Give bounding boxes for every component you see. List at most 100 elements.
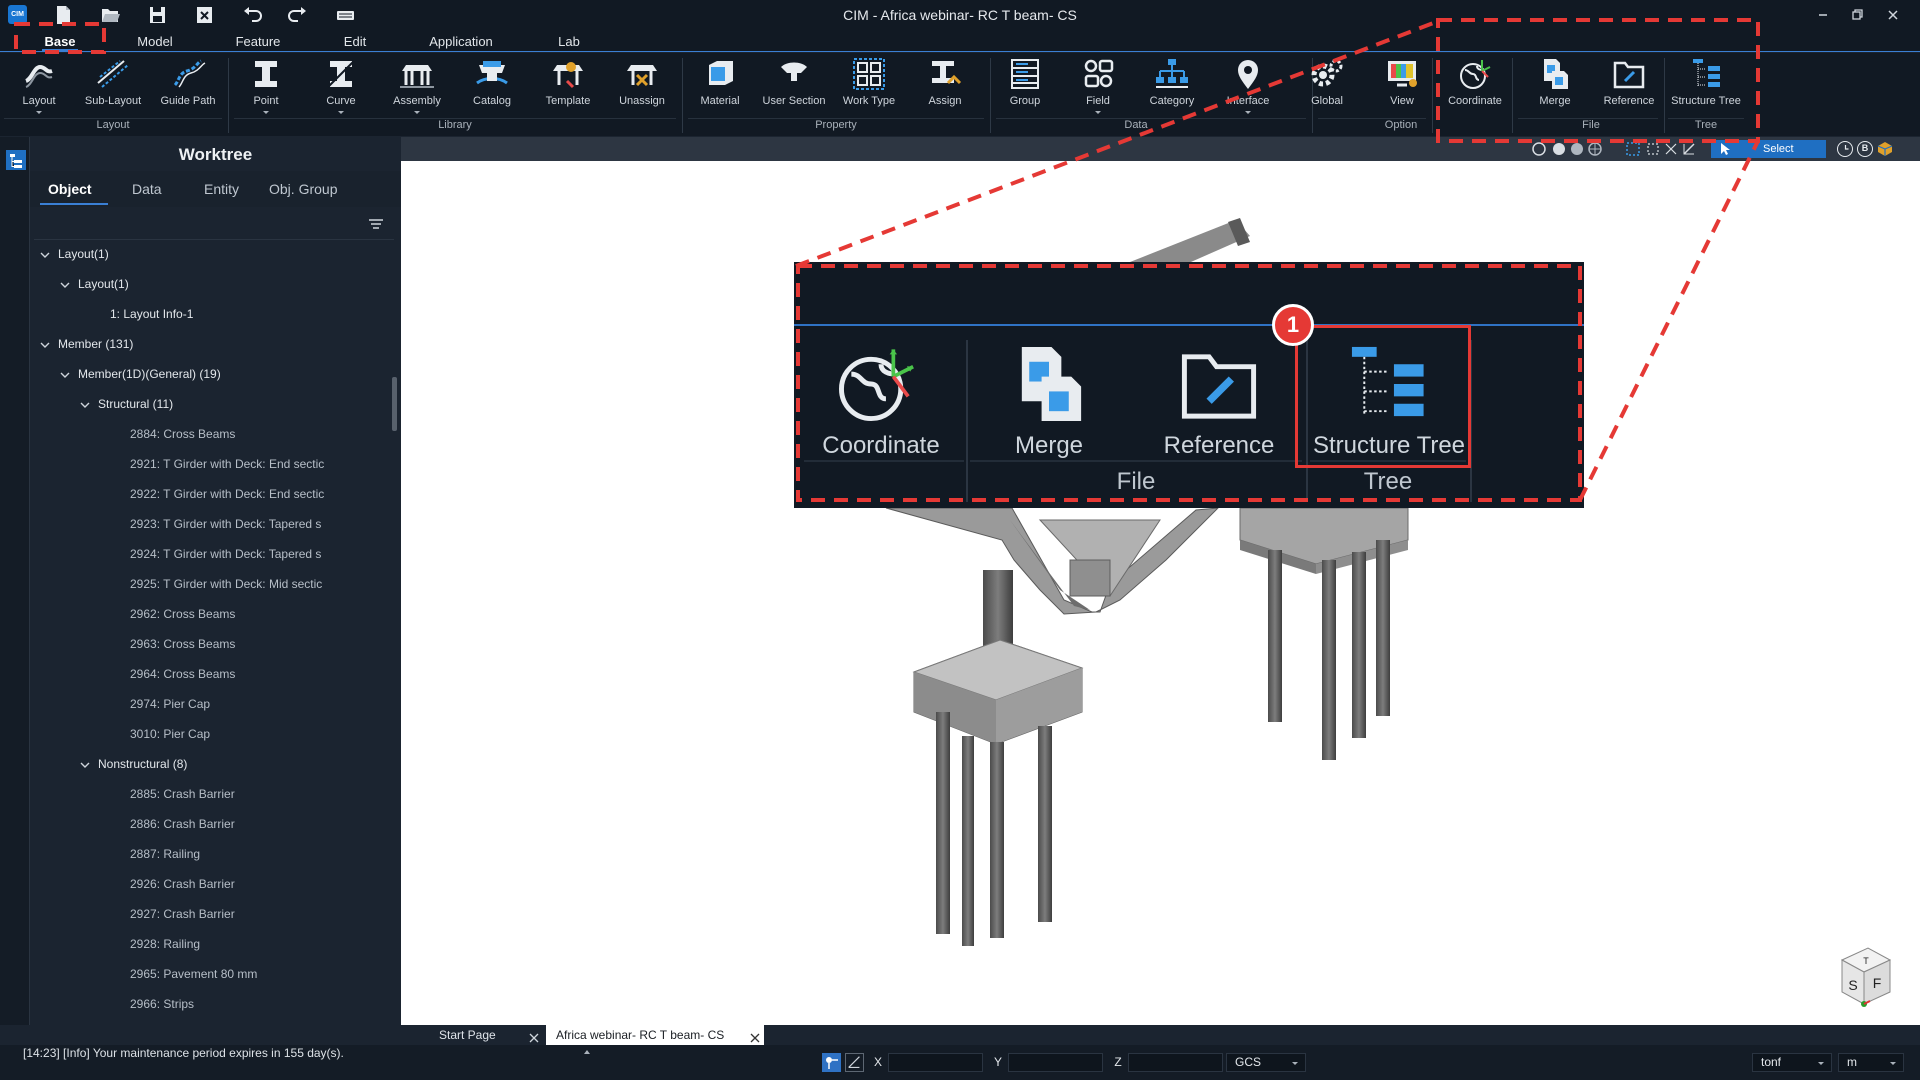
tab-entity[interactable]: Entity <box>204 181 239 197</box>
callout-merge-button[interactable]: Merge <box>984 342 1114 460</box>
close-window-icon[interactable] <box>1878 4 1908 26</box>
structure-tree-button[interactable]: Structure Tree <box>1668 57 1744 115</box>
tab-lab[interactable]: Lab <box>557 33 581 51</box>
box-select-icon[interactable] <box>1625 141 1641 157</box>
coordinate-button[interactable]: Coordinate <box>1444 57 1506 115</box>
tree-item[interactable]: 2924: T Girder with Deck: Tapered s <box>130 543 321 565</box>
minimize-icon[interactable] <box>1808 4 1838 26</box>
expand-log-icon[interactable] <box>584 1050 590 1054</box>
work-type-button[interactable]: Work Type <box>840 57 898 115</box>
view-cube-f[interactable]: F <box>1873 975 1882 991</box>
tree-node[interactable]: Layout(1) <box>60 273 129 295</box>
tree-item[interactable]: 2921: T Girder with Deck: End sectic <box>130 453 324 475</box>
b-icon[interactable]: B <box>1857 141 1873 157</box>
assembly-button[interactable]: Assembly <box>390 57 444 115</box>
tree-item[interactable]: 3010: Pier Cap <box>130 723 210 745</box>
restore-icon[interactable] <box>1842 4 1872 26</box>
tree-item[interactable]: 2963: Cross Beams <box>130 633 235 655</box>
guide-path-button[interactable]: Guide Path <box>156 57 220 115</box>
snap-icon[interactable] <box>822 1053 841 1072</box>
chevron-down-icon[interactable] <box>80 760 90 770</box>
orbit-icon[interactable] <box>1531 141 1547 157</box>
chevron-down-icon[interactable] <box>60 280 70 290</box>
y-coordinate-input[interactable] <box>1008 1053 1103 1072</box>
point-button[interactable]: Point <box>246 57 286 115</box>
tree-item[interactable]: 2964: Cross Beams <box>130 663 235 685</box>
force-unit-select[interactable]: tonf <box>1752 1053 1832 1072</box>
tree-node[interactable]: Structural (11) <box>80 393 173 415</box>
group-button[interactable]: Group <box>1004 57 1046 115</box>
x-coordinate-input[interactable] <box>888 1053 983 1072</box>
tree-node[interactable]: Nonstructural (8) <box>80 753 187 775</box>
clock-icon[interactable] <box>1837 141 1853 157</box>
callout-reference-button[interactable]: Reference <box>1144 342 1294 460</box>
angle-icon[interactable] <box>845 1053 864 1072</box>
close-tab-icon[interactable] <box>750 1030 760 1043</box>
cross-select-icon[interactable] <box>1663 141 1679 157</box>
worktree-scrollbar[interactable] <box>390 241 398 1025</box>
polygon-select-icon[interactable] <box>1645 141 1661 157</box>
tab-data[interactable]: Data <box>132 181 162 197</box>
user-section-button[interactable]: User Section <box>756 57 832 115</box>
tree-item[interactable]: 2974: Pier Cap <box>130 693 210 715</box>
tab-object[interactable]: Object <box>48 181 92 197</box>
category-button[interactable]: Category <box>1146 57 1198 115</box>
tree-item[interactable]: 2925: T Girder with Deck: Mid sectic <box>130 573 322 595</box>
tree-item[interactable]: 2922: T Girder with Deck: End sectic <box>130 483 324 505</box>
reference-button[interactable]: Reference <box>1600 57 1658 115</box>
callout-coordinate-button[interactable]: Coordinate <box>806 342 956 460</box>
redo-icon[interactable] <box>286 4 310 26</box>
tab-model[interactable]: Model <box>133 33 177 51</box>
undo-icon[interactable] <box>240 4 264 26</box>
tree-item[interactable]: 2965: Pavement 80 mm <box>130 963 257 985</box>
sub-layout-button[interactable]: Sub-Layout <box>80 57 146 115</box>
view-button[interactable]: View <box>1382 57 1422 115</box>
chevron-down-icon[interactable] <box>60 370 70 380</box>
app-logo-icon[interactable]: CIM <box>8 5 27 24</box>
tree-item[interactable]: 2884: Cross Beams <box>130 423 235 445</box>
interface-button[interactable]: Interface <box>1220 57 1276 115</box>
tree-item[interactable]: 2887: Railing <box>130 843 200 865</box>
z-coordinate-input[interactable] <box>1128 1053 1223 1072</box>
catalog-button[interactable]: Catalog <box>468 57 516 115</box>
save-icon[interactable] <box>145 4 169 26</box>
sort-icon[interactable] <box>368 217 384 231</box>
render-icon[interactable] <box>1877 141 1893 157</box>
material-button[interactable]: Material <box>694 57 746 115</box>
doc-tab-start-page[interactable]: Start Page <box>401 1025 544 1045</box>
tab-application[interactable]: Application <box>424 33 498 51</box>
tree-node[interactable]: Member (131) <box>40 333 133 355</box>
shading-wire-icon[interactable] <box>1587 141 1603 157</box>
template-button[interactable]: Template <box>540 57 596 115</box>
keyboard-icon[interactable] <box>333 4 357 26</box>
shading-solid-icon[interactable] <box>1551 141 1567 157</box>
worktree-panel-icon[interactable] <box>5 149 27 171</box>
tree-node[interactable]: Layout(1) <box>40 243 109 265</box>
chevron-down-icon[interactable] <box>40 250 50 260</box>
tree-item[interactable]: 2886: Crash Barrier <box>130 813 235 835</box>
tree-item[interactable]: 2966: Strips <box>130 993 194 1015</box>
open-file-icon[interactable] <box>98 4 122 26</box>
chevron-down-icon[interactable] <box>80 400 90 410</box>
length-unit-select[interactable]: m <box>1838 1053 1904 1072</box>
tab-feature[interactable]: Feature <box>232 33 284 51</box>
tab-base[interactable]: Base <box>42 33 78 51</box>
chevron-down-icon[interactable] <box>40 340 50 350</box>
curve-button[interactable]: Curve <box>320 57 362 115</box>
tree-item[interactable]: 2928: Railing <box>130 933 200 955</box>
shading-shaded-icon[interactable] <box>1569 141 1585 157</box>
new-file-icon[interactable] <box>51 4 75 26</box>
tree-item[interactable]: 2923: T Girder with Deck: Tapered s <box>130 513 321 535</box>
tree-item[interactable]: 2927: Crash Barrier <box>130 903 235 925</box>
global-button[interactable]: Global <box>1306 57 1348 115</box>
tab-edit[interactable]: Edit <box>340 33 370 51</box>
line-select-icon[interactable] <box>1681 141 1697 157</box>
tree-item[interactable]: 2926: Crash Barrier <box>130 873 235 895</box>
doc-tab-active[interactable]: Africa webinar- RC T beam- CS <box>546 1025 764 1045</box>
field-button[interactable]: Field <box>1080 57 1116 115</box>
scrollbar-thumb[interactable] <box>392 377 397 431</box>
tree-node[interactable]: Member(1D)(General) (19) <box>60 363 221 385</box>
assign-button[interactable]: Assign <box>920 57 970 115</box>
view-cube-s[interactable]: S <box>1848 977 1857 993</box>
tab-obj-group[interactable]: Obj. Group <box>269 181 337 197</box>
